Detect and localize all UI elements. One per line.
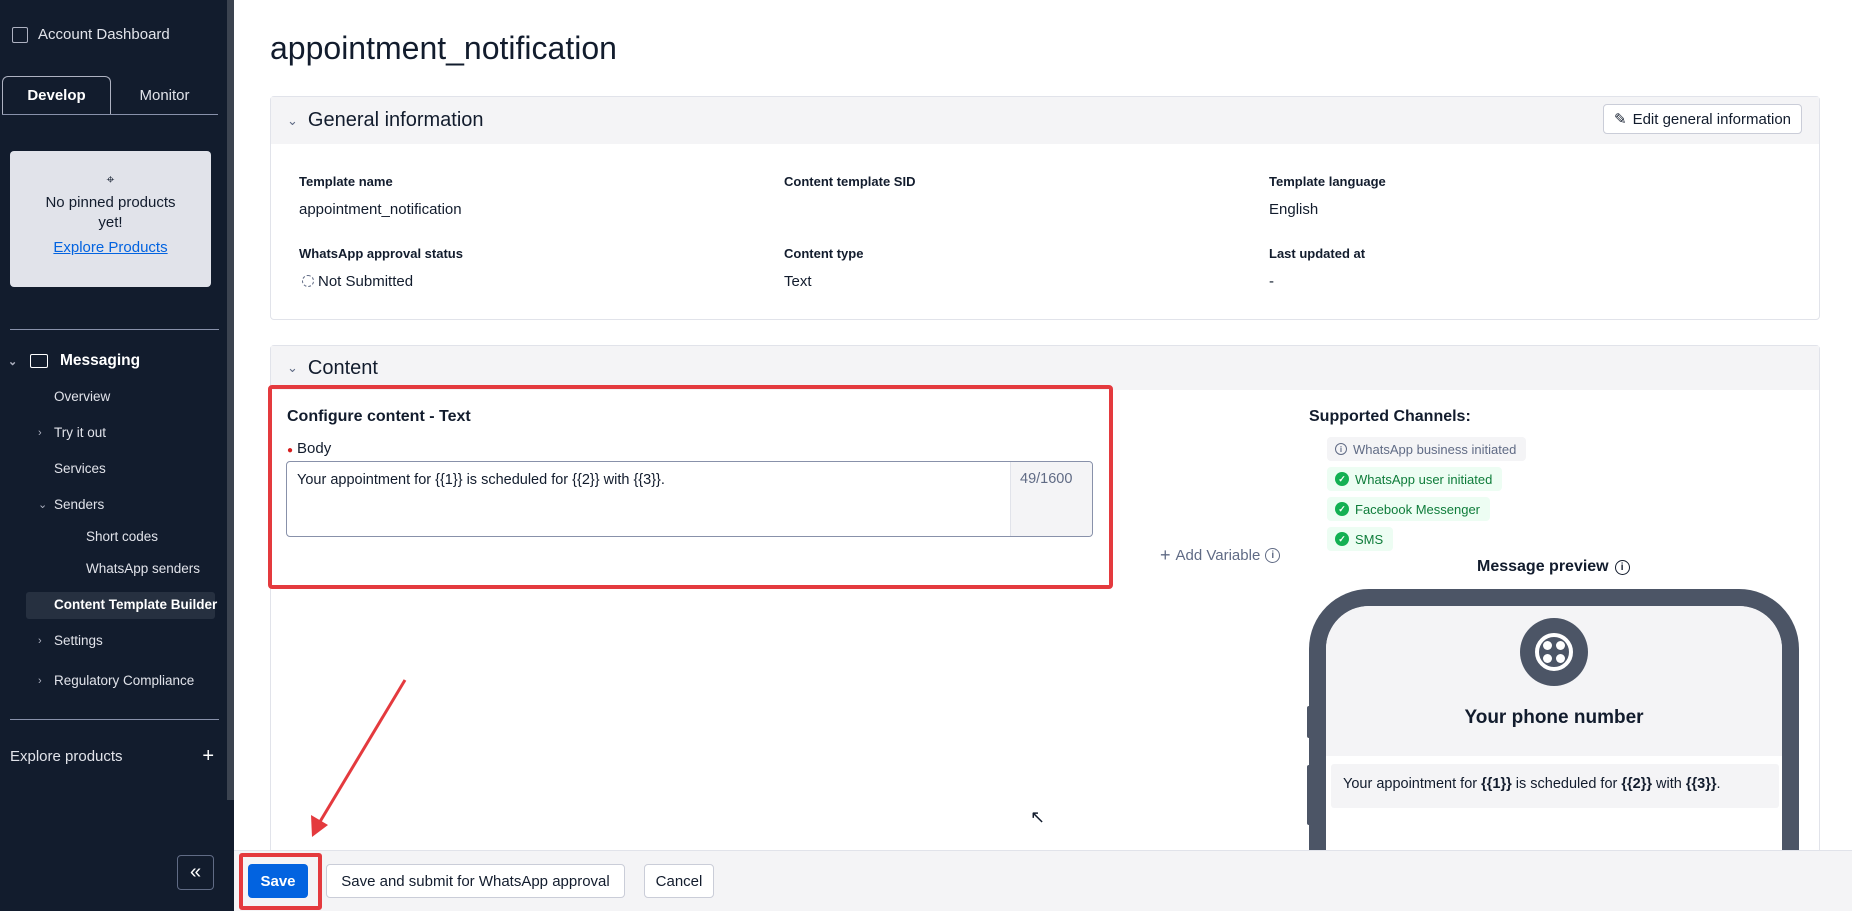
double-chevron-left-icon: « xyxy=(189,861,202,883)
sidebar: Account Dashboard Develop Monitor ⌖ No p… xyxy=(0,0,234,911)
channel-badge-facebook-messenger: ✓ Facebook Messenger xyxy=(1327,497,1491,521)
info-icon: i xyxy=(1335,443,1347,455)
message-preview-label: Message preview xyxy=(1477,558,1609,575)
sidebar-item-senders[interactable]: ⌄ Senders xyxy=(38,497,104,512)
tab-monitor[interactable]: Monitor xyxy=(111,76,218,114)
content-sid-label: Content template SID xyxy=(784,174,916,189)
sidebar-item-label: Regulatory Compliance xyxy=(54,673,195,688)
add-variable-label: Add Variable xyxy=(1175,547,1261,564)
sidebar-item-whatsapp-senders[interactable]: WhatsApp senders xyxy=(86,561,200,576)
approval-status-label: WhatsApp approval status xyxy=(299,246,463,261)
account-dashboard-link[interactable]: Account Dashboard xyxy=(12,26,170,43)
pinned-products-panel: ⌖ No pinned products yet! Explore Produc… xyxy=(10,151,211,287)
sidebar-item-services[interactable]: Services xyxy=(54,461,106,476)
message-preview-bubble: Your appointment for {{1}} is scheduled … xyxy=(1331,764,1779,808)
edit-button-label: Edit general information xyxy=(1632,110,1792,128)
template-language-label: Template language xyxy=(1269,174,1386,189)
channel-label: WhatsApp business initiated xyxy=(1353,441,1517,457)
channel-badge-whatsapp-business: i WhatsApp business initiated xyxy=(1327,437,1527,461)
last-updated-value: - xyxy=(1269,273,1274,290)
sidebar-item-label: Settings xyxy=(54,633,103,648)
account-dashboard-label: Account Dashboard xyxy=(38,26,170,43)
channel-badge-sms: ✓ SMS xyxy=(1327,527,1394,551)
pin-icon: ⌖ xyxy=(106,171,115,187)
annotation-highlight-save xyxy=(239,853,322,910)
approval-status-value: Not Submitted xyxy=(302,273,413,290)
chevron-right-icon: › xyxy=(38,426,42,439)
sidebar-item-messaging[interactable]: ⌄ Messaging xyxy=(8,352,140,370)
page-title: appointment_notification xyxy=(270,30,617,66)
supported-channels-title: Supported Channels: xyxy=(1309,408,1471,425)
message-preview-title: Message preview i xyxy=(1477,558,1630,576)
sidebar-item-label: Try it out xyxy=(54,425,107,440)
pending-icon xyxy=(302,275,314,287)
check-circle-icon: ✓ xyxy=(1335,532,1349,546)
sidebar-item-try-it-out[interactable]: › Try it out xyxy=(38,425,106,440)
chevron-down-icon: ⌄ xyxy=(287,360,298,375)
check-circle-icon: ✓ xyxy=(1335,472,1349,486)
info-icon[interactable]: i xyxy=(1265,548,1281,563)
channel-label: SMS xyxy=(1355,531,1384,547)
save-and-submit-button[interactable]: Save and submit for WhatsApp approval xyxy=(326,864,625,898)
explore-products-link[interactable]: Explore Products xyxy=(10,239,211,256)
phone-header: Your phone number xyxy=(1326,606,1782,756)
pencil-icon: ✎ xyxy=(1614,111,1627,128)
sidebar-tabs: Develop Monitor xyxy=(2,76,218,115)
general-information-card: ⌄ General information xyxy=(270,96,1820,320)
sidebar-item-short-codes[interactable]: Short codes xyxy=(86,529,158,544)
plus-icon: + xyxy=(1160,545,1171,565)
sidebar-item-label: Senders xyxy=(54,497,105,512)
phone-number-title: Your phone number xyxy=(1464,707,1644,728)
mouse-cursor-icon: ↖ xyxy=(1030,807,1046,827)
add-variable-button[interactable]: + Add Variable i xyxy=(1160,545,1281,566)
sidebar-item-content-template-builder[interactable]: Content Template Builder xyxy=(54,597,217,612)
no-pinned-message: No pinned products yet! xyxy=(45,194,176,231)
template-name-label: Template name xyxy=(299,174,393,189)
content-header[interactable]: ⌄ Content xyxy=(271,346,1819,390)
chevron-down-icon: ⌄ xyxy=(287,112,298,128)
chevron-down-icon: ⌄ xyxy=(8,355,18,368)
sidebar-scrollbar[interactable] xyxy=(227,0,234,800)
chat-icon xyxy=(30,354,48,368)
annotation-highlight-configure xyxy=(268,385,1113,589)
sidebar-item-settings[interactable]: › Settings xyxy=(38,633,103,648)
check-circle-icon: ✓ xyxy=(1335,502,1349,516)
dashboard-icon xyxy=(12,26,28,43)
explore-products-item[interactable]: Explore products + xyxy=(10,745,214,768)
sidebar-divider xyxy=(10,719,219,720)
chevron-right-icon: › xyxy=(38,674,42,687)
collapse-sidebar-button[interactable]: « xyxy=(177,855,214,890)
tab-develop[interactable]: Develop xyxy=(2,76,111,114)
last-updated-label: Last updated at xyxy=(1269,246,1366,261)
template-language-value: English xyxy=(1269,201,1319,218)
sidebar-item-overview[interactable]: Overview xyxy=(54,389,110,404)
template-name-value: appointment_notification xyxy=(299,201,462,218)
channel-badge-whatsapp-user: ✓ WhatsApp user initiated xyxy=(1327,467,1503,491)
cancel-button[interactable]: Cancel xyxy=(644,864,714,898)
sidebar-item-regulatory-compliance[interactable]: › Regulatory Compliance xyxy=(38,673,194,688)
general-information-header[interactable]: ⌄ General information xyxy=(271,97,1819,144)
annotation-arrow xyxy=(311,679,407,837)
channel-label: Facebook Messenger xyxy=(1355,501,1481,517)
content-type-value: Text xyxy=(784,273,812,290)
approval-status-text: Not Submitted xyxy=(318,273,414,290)
chevron-down-icon: ⌄ xyxy=(38,499,48,511)
plus-icon[interactable]: + xyxy=(202,745,214,768)
twilio-logo-icon xyxy=(1520,618,1588,686)
sidebar-divider xyxy=(10,329,219,330)
info-icon[interactable]: i xyxy=(1614,559,1630,575)
explore-products-label: Explore products xyxy=(10,748,123,765)
edit-general-information-button[interactable]: ✎ Edit general information xyxy=(1603,104,1803,134)
content-type-label: Content type xyxy=(784,246,864,261)
sidebar-item-label: Messaging xyxy=(60,352,141,369)
section-title: Content xyxy=(307,356,378,379)
chevron-right-icon: › xyxy=(38,634,42,647)
section-title: General information xyxy=(307,109,484,131)
channel-label: WhatsApp user initiated xyxy=(1355,471,1493,487)
